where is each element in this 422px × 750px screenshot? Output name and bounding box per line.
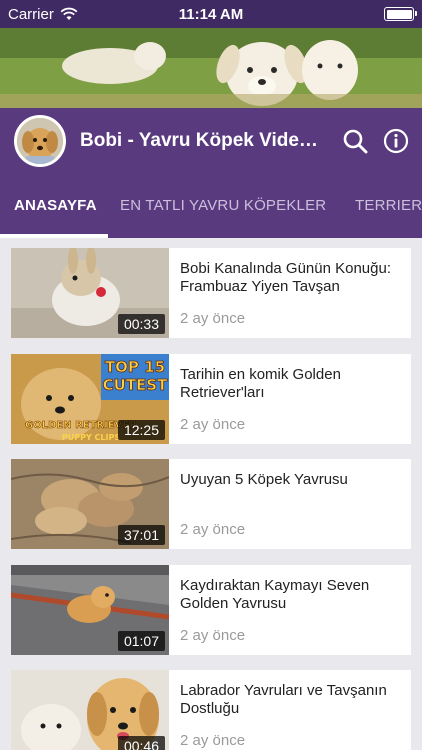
thumb-text-puppy: PUPPY CLIPS [62, 433, 120, 442]
video-title: Tarihin en komik Golden Retriever'ları [180, 366, 341, 401]
video-title: Bobi Kanalında Günün Konuğu: Frambuaz Yi… [180, 260, 392, 295]
video-item[interactable]: 00:46 Labrador Yavruları ve Tavşanın Dos… [11, 670, 411, 750]
search-icon[interactable] [342, 128, 368, 154]
video-duration: 00:46 [117, 736, 165, 750]
video-item[interactable]: TOP 15 CUTEST GOLDEN RETRIEVER PUPPY CLI… [11, 354, 411, 444]
battery-fill [386, 9, 412, 19]
tab-terrier[interactable]: TERRIER [355, 173, 422, 238]
tab-bar: ANASAYFA EN TATLI YAVRU KÖPEKLER TERRIER [0, 173, 422, 238]
channel-avatar[interactable] [14, 114, 66, 167]
video-duration: 01:07 [117, 631, 165, 651]
carrier-label: Carrier [8, 5, 54, 23]
video-title: Uyuyan 5 Köpek Yavrusu [180, 471, 348, 488]
video-duration: 00:33 [117, 314, 165, 334]
battery-icon [384, 7, 417, 21]
video-age: 2 ay önce [180, 732, 246, 749]
thumb-text-cutest: CUTEST [103, 376, 168, 394]
channel-banner [0, 28, 422, 108]
video-age: 2 ay önce [180, 627, 246, 644]
video-thumbnail: 37:01 [11, 459, 169, 549]
video-duration: 37:01 [117, 525, 165, 545]
status-left: Carrier [8, 6, 78, 23]
channel-title: Bobi - Yavru Köpek Videoları [80, 129, 328, 151]
banner-image [0, 28, 422, 108]
tab-en-tatli-yavru-kopekler[interactable]: EN TATLI YAVRU KÖPEKLER [120, 173, 326, 238]
video-list: 00:33 Bobi Kanalında Günün Konuğu: Framb… [0, 238, 422, 750]
thumb-text-top15: TOP 15 [105, 358, 165, 376]
video-thumbnail: TOP 15 CUTEST GOLDEN RETRIEVER PUPPY CLI… [11, 354, 169, 444]
video-item[interactable]: 01:07 Kaydıraktan Kaymayı Seven Golden Y… [11, 565, 411, 655]
wifi-icon [60, 7, 78, 20]
video-age: 2 ay önce [180, 416, 246, 433]
video-age: 2 ay önce [180, 310, 246, 327]
video-age: 2 ay önce [180, 521, 246, 538]
video-title: Labrador Yavruları ve Tavşanın Dostluğu [180, 682, 387, 717]
video-duration: 12:25 [117, 420, 165, 440]
avatar-image [17, 117, 63, 164]
video-item[interactable]: 37:01 Uyuyan 5 Köpek Yavrusu 2 ay önce [11, 459, 411, 549]
info-icon[interactable] [383, 128, 409, 154]
video-title: Kaydıraktan Kaymayı Seven Golden Yavrusu [180, 577, 370, 612]
status-bar: Carrier 11:14 AM [0, 0, 422, 28]
channel-header: Bobi - Yavru Köpek Videoları [0, 108, 422, 173]
tab-anasayfa[interactable]: ANASAYFA [14, 173, 97, 238]
video-thumbnail: 00:46 [11, 670, 169, 750]
video-thumbnail: 00:33 [11, 248, 169, 338]
video-item[interactable]: 00:33 Bobi Kanalında Günün Konuğu: Framb… [11, 248, 411, 338]
video-thumbnail: 01:07 [11, 565, 169, 655]
